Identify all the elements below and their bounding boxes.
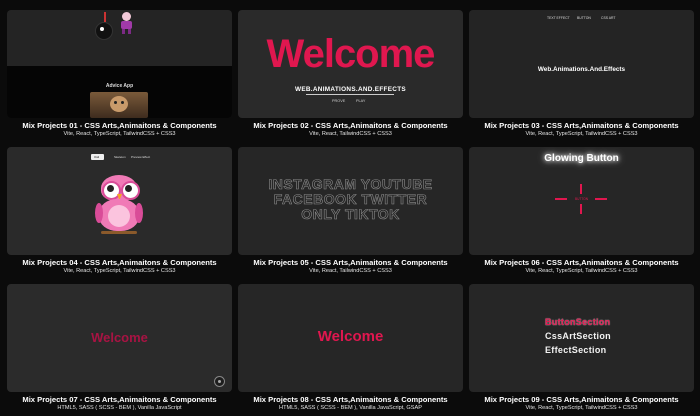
project-title[interactable]: Mix Projects 03 - CSS Arts,Animaitons & … <box>469 121 694 130</box>
project-card-04[interactable]: Owl Skeleton Preview Effect Mix Projects… <box>7 147 232 279</box>
character-icon <box>119 12 133 34</box>
project-thumbnail-09[interactable]: ButtonSection CssArtSection EffectSectio… <box>469 284 694 392</box>
bomb-icon <box>95 22 113 40</box>
project-card-03[interactable]: TEXT EFFECT BUTTON CSS ART Web.Animation… <box>469 10 694 142</box>
project-title[interactable]: Mix Projects 09 - CSS Arts,Animaitons & … <box>469 395 694 404</box>
settings-icon <box>214 376 225 387</box>
owl-icon <box>95 175 143 237</box>
monkey-image <box>90 92 148 118</box>
project-thumbnail-08[interactable]: Welcome <box>238 284 463 392</box>
divider <box>306 94 394 95</box>
cross-top <box>580 184 582 194</box>
project-tech-stack: Vite, React, TypeScript, TailwindCSS + C… <box>525 405 638 411</box>
project-title[interactable]: Mix Projects 02 - CSS Arts,Animaitons & … <box>238 121 463 130</box>
nav-preview-effect: Preview Effect <box>131 155 151 159</box>
social-text-line-1: INSTAGRAM YOUTUBE <box>268 176 433 192</box>
cross-bottom <box>580 204 582 214</box>
glow-button: BUTTON <box>574 197 589 201</box>
project-tech-stack: HTML5, SASS ( SCSS - BEM ), Vanilla Java… <box>279 405 422 411</box>
project-title[interactable]: Mix Projects 01 - CSS Arts,Animaitons & … <box>7 121 232 130</box>
project-title[interactable]: Mix Projects 04 - CSS Arts,Animaitons & … <box>7 258 232 267</box>
project-card-09[interactable]: ButtonSection CssArtSection EffectSectio… <box>469 284 694 416</box>
nav-owl-tab: Owl <box>91 154 104 160</box>
social-text-line-2: FACEBOOK TWITTER <box>273 191 428 207</box>
welcome-text: Welcome <box>91 330 148 345</box>
project-card-06[interactable]: Glowing Button BUTTON Mix Projects 06 - … <box>469 147 694 279</box>
project-thumbnail-06[interactable]: Glowing Button BUTTON <box>469 147 694 255</box>
fuse-line <box>104 12 106 22</box>
project-grid: Advice App Mix Projects 01 - CSS Arts,An… <box>0 0 700 414</box>
project-title[interactable]: Mix Projects 05 - CSS Arts,Animaitons & … <box>238 258 463 267</box>
project-tech-stack: Vite, React, TypeScript, TailwindCSS + C… <box>63 268 176 274</box>
advice-app-label: Advice App <box>105 83 134 89</box>
project-title[interactable]: Mix Projects 06 - CSS Arts,Animaitons & … <box>469 258 694 267</box>
nav-css-art: CSS ART <box>601 16 616 20</box>
project-tech-stack: Vite, React, TypeScript, TailwindCSS + C… <box>63 131 176 137</box>
project-thumbnail-07[interactable]: Welcome <box>7 284 232 392</box>
project-thumbnail-03[interactable]: TEXT EFFECT BUTTON CSS ART Web.Animation… <box>469 10 694 118</box>
nav-text-effect: TEXT EFFECT <box>547 16 570 20</box>
effect-section-link: EffectSection <box>545 345 607 355</box>
project-tech-stack: Vite, React, TailwindCSS + CSS3 <box>309 131 392 137</box>
social-text-line-3: ONLY TIKTOK <box>301 206 400 222</box>
web-animations-text: WEB.ANIMATIONS.AND.EFFECTS <box>295 86 406 93</box>
web-animations-heading: Web.Animations.And.Effects <box>537 66 626 73</box>
project-title[interactable]: Mix Projects 07 - CSS Arts,Animaitons & … <box>7 395 232 404</box>
project-thumbnail-02[interactable]: Welcome WEB.ANIMATIONS.AND.EFFECTS PROVE… <box>238 10 463 118</box>
project-card-02[interactable]: Welcome WEB.ANIMATIONS.AND.EFFECTS PROVE… <box>238 10 463 142</box>
project-card-01[interactable]: Advice App Mix Projects 01 - CSS Arts,An… <box>7 10 232 142</box>
project-tech-stack: Vite, React, TypeScript, TailwindCSS + C… <box>525 131 638 137</box>
welcome-text: Welcome <box>317 328 384 345</box>
project-tech-stack: HTML5, SASS ( SCSS - BEM ), Vanilla Java… <box>57 405 182 411</box>
project-card-05[interactable]: INSTAGRAM YOUTUBE FACEBOOK TWITTER ONLY … <box>238 147 463 279</box>
css-art-section-link: CssArtSection <box>545 331 611 341</box>
project-tech-stack: Vite, React, TypeScript, TailwindCSS + C… <box>525 268 638 274</box>
welcome-heading: Welcome <box>266 32 436 76</box>
play-button: PLAY <box>356 99 366 103</box>
prove-button: PROVE <box>332 99 346 103</box>
project-card-07[interactable]: Welcome Mix Projects 07 - CSS Arts,Anima… <box>7 284 232 416</box>
glowing-button-title: Glowing Button <box>544 153 619 164</box>
project-thumbnail-05[interactable]: INSTAGRAM YOUTUBE FACEBOOK TWITTER ONLY … <box>238 147 463 255</box>
nav-button: BUTTON <box>577 16 591 20</box>
project-card-08[interactable]: Welcome Mix Projects 08 - CSS Arts,Anima… <box>238 284 463 416</box>
project-title[interactable]: Mix Projects 08 - CSS Arts,Animaitons & … <box>238 395 463 404</box>
nav-skeleton: Skeleton <box>114 155 126 159</box>
project-thumbnail-04[interactable]: Owl Skeleton Preview Effect <box>7 147 232 255</box>
button-section-link: ButtonSection <box>545 317 611 327</box>
project-tech-stack: Vite, React, TailwindCSS + CSS3 <box>309 268 392 274</box>
project-thumbnail-01[interactable]: Advice App <box>7 10 232 118</box>
